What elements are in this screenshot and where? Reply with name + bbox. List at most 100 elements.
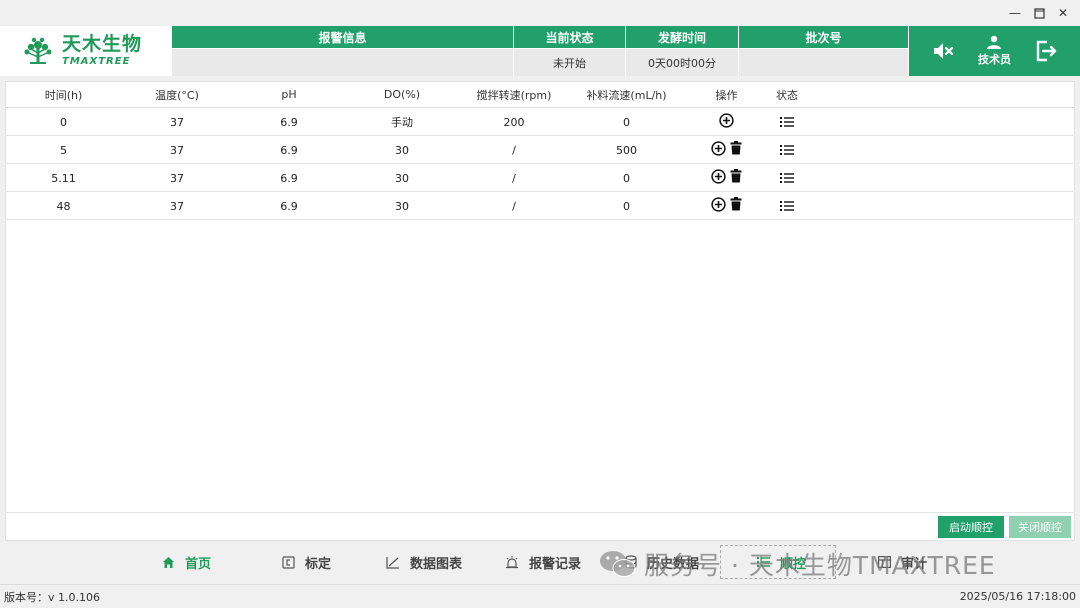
ferment-time-value: 0天00时00分	[626, 48, 738, 76]
cell-stir-speed: 200	[503, 115, 525, 129]
tree-logo-icon	[24, 37, 52, 64]
status-info-table: 报警信息 当前状态 未开始 发酵时间 0天00时00分 批次号	[172, 26, 909, 76]
row-status-button[interactable]	[769, 172, 805, 184]
cell-do: 30	[395, 199, 409, 213]
status-bar: 版本号：v 1.0.106 2025/05/16 17:18:00	[0, 584, 1080, 608]
current-state-col: 当前状态 未开始	[514, 26, 626, 76]
cell-ph: 6.9	[280, 199, 298, 213]
col-temperature: 温度(°C)	[155, 88, 199, 102]
panel-footer: 启动顺控 关闭顺控	[6, 512, 1074, 540]
col-feed-rate: 补料流速(mL/h)	[586, 88, 667, 102]
maximize-button[interactable]	[1028, 2, 1050, 24]
logout-button[interactable]	[1034, 39, 1058, 63]
alarm-info-header: 报警信息	[172, 26, 513, 48]
cell-time: 48	[56, 199, 71, 213]
cell-ph: 6.9	[280, 143, 298, 157]
nav-audit[interactable]: 审计	[878, 545, 927, 579]
nav-sequence-label: 顺控	[780, 556, 807, 572]
nav-sequence[interactable]: 顺控	[720, 545, 836, 579]
close-button[interactable]: ✕	[1052, 2, 1074, 24]
add-step-button[interactable]	[711, 197, 726, 215]
user-icon	[987, 35, 1002, 49]
cell-ph: 6.9	[280, 115, 298, 129]
delete-step-button[interactable]	[730, 141, 742, 159]
row-operations	[684, 197, 769, 215]
delete-step-button[interactable]	[730, 197, 742, 215]
cell-do: 30	[395, 143, 409, 157]
nav-history[interactable]: 历史数据	[625, 545, 699, 579]
nav-alarms[interactable]: 报警记录	[505, 545, 581, 579]
row-operations	[684, 141, 769, 159]
alarm-info-value	[172, 48, 513, 76]
col-operation: 操作	[715, 88, 738, 102]
delete-step-button[interactable]	[730, 169, 742, 187]
mute-button[interactable]	[931, 39, 955, 63]
list-icon	[780, 201, 794, 211]
nav-charts-label: 数据图表	[410, 556, 463, 572]
table-row: 5.11 37 6.9 30 / 0	[6, 165, 1073, 192]
sequence-control-panel: 时间(h) 温度(°C) pH DO(%) 搅拌转速(rpm) 补料流速(mL/…	[5, 81, 1075, 541]
batch-number-header: 批次号	[739, 26, 908, 48]
list-icon	[780, 145, 794, 155]
nav-history-label: 历史数据	[647, 556, 700, 572]
row-status-button[interactable]	[769, 144, 805, 156]
calibration-icon	[282, 555, 295, 569]
nav-calibration[interactable]: 标定	[282, 545, 331, 579]
batch-number-col: 批次号	[739, 26, 909, 76]
ferment-time-header: 发酵时间	[626, 26, 738, 48]
add-circle-icon	[711, 141, 726, 156]
database-icon	[625, 555, 637, 569]
logo: 天木生物 TMAXTREE	[0, 26, 172, 76]
add-circle-icon	[711, 197, 726, 212]
user-role-button[interactable]: 技术员	[978, 35, 1011, 67]
version-label: 版本号：v 1.0.106	[4, 590, 100, 604]
add-circle-icon	[719, 113, 734, 128]
add-step-button[interactable]	[719, 113, 734, 131]
nav-charts[interactable]: 数据图表	[386, 545, 462, 579]
col-time: 时间(h)	[44, 88, 83, 102]
alarm-icon	[506, 556, 518, 569]
cell-stir-speed: /	[512, 171, 516, 185]
nav-home[interactable]: 首页	[162, 545, 211, 579]
cell-feed-rate: 0	[623, 115, 630, 129]
table-row: 48 37 6.9 30 / 0	[6, 193, 1073, 220]
cell-time: 0	[60, 115, 67, 129]
table-row: 0 37 6.9 手动 200 0	[6, 109, 1073, 136]
row-status-button[interactable]	[769, 116, 805, 128]
cell-stir-speed: /	[512, 143, 516, 157]
table-header: 时间(h) 温度(°C) pH DO(%) 搅拌转速(rpm) 补料流速(mL/…	[6, 82, 1074, 108]
cell-temperature: 37	[170, 171, 184, 185]
table-row: 5 37 6.9 30 / 500	[6, 137, 1073, 164]
cell-temperature: 37	[170, 143, 184, 157]
logo-name-cn: 天木生物	[62, 33, 143, 55]
stop-sequence-button[interactable]: 关闭顺控	[1009, 516, 1071, 538]
batch-number-value	[739, 48, 908, 76]
maximize-icon	[1033, 7, 1045, 19]
cell-feed-rate: 0	[623, 171, 630, 185]
window-controls: — ✕	[1004, 0, 1080, 26]
user-role-label: 技术员	[977, 53, 1011, 66]
col-status: 状态	[776, 88, 798, 102]
row-operations	[684, 113, 769, 131]
app-header: 天木生物 TMAXTREE 报警信息 当前状态 未开始 发酵时间 0天00时00…	[0, 26, 1080, 76]
datetime-label: 2025/05/16 17:18:00	[959, 590, 1076, 603]
cell-temperature: 37	[170, 115, 184, 129]
row-operations	[684, 169, 769, 187]
bottom-nav: 首页 标定 数据图表 报警记录 历史数据 顺控 审计	[0, 545, 1080, 579]
cell-do: 手动	[391, 116, 413, 129]
col-stir-speed: 搅拌转速(rpm)	[476, 88, 552, 102]
nav-home-label: 首页	[185, 556, 212, 572]
row-status-button[interactable]	[769, 200, 805, 212]
add-step-button[interactable]	[711, 141, 726, 159]
cell-temperature: 37	[170, 199, 184, 213]
start-sequence-button[interactable]: 启动顺控	[938, 516, 1004, 538]
add-circle-icon	[711, 169, 726, 184]
line-chart-icon	[386, 556, 399, 569]
list-icon	[780, 173, 794, 183]
add-step-button[interactable]	[711, 169, 726, 187]
minimize-button[interactable]: —	[1004, 2, 1026, 24]
nav-audit-label: 审计	[901, 556, 928, 572]
trash-icon	[730, 197, 742, 211]
list-icon	[780, 117, 794, 127]
cell-feed-rate: 500	[616, 143, 637, 157]
